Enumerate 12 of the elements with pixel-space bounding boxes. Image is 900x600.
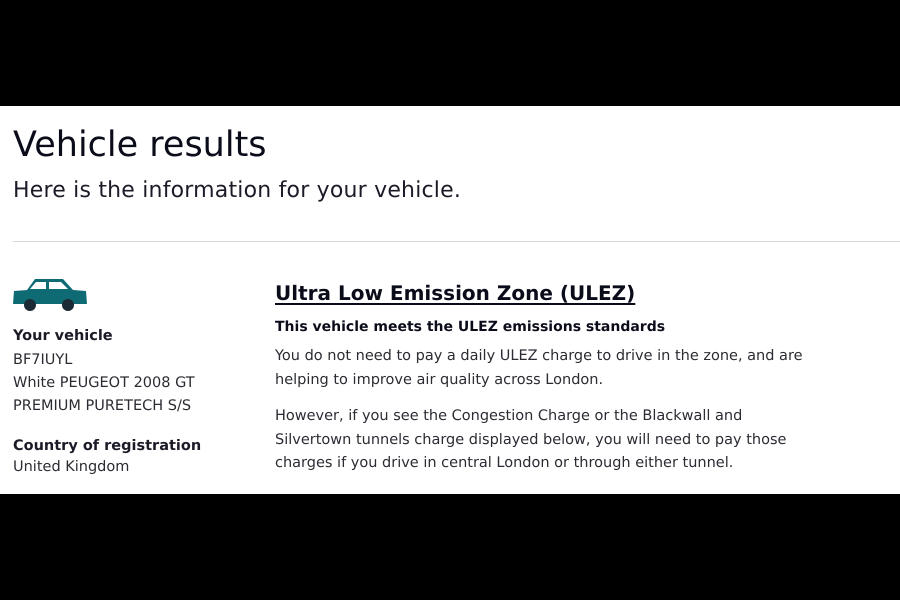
info-paragraph: However, if you see the Congestion Charge or the Blackwall and Silvertown tunnels charge displayed below, you will need to pay those charges if you drive in central London or through either tunnel.	[275, 407, 788, 473]
info-paragraph: You do not need to pay a daily ULEZ charge to drive in the zone, and are helping to improve air quality across London.	[275, 347, 804, 390]
ulez-heading-link[interactable]: Ultra Low Emission Zone (ULEZ)	[275, 279, 636, 307]
country-heading: Country of registration	[13, 437, 202, 456]
intro-text: Here is the information for your vehicle.	[13, 177, 462, 205]
country-value: United Kingdom	[13, 458, 130, 477]
registration-number: BF7IUYL	[13, 351, 74, 370]
page-title: Vehicle results	[13, 124, 268, 167]
ulez-status: This vehicle meets the ULEZ emissions standards	[275, 318, 666, 337]
vehicle-description: White PEUGEOT 2008 GT PREMIUM PURETECH S/S	[13, 374, 196, 416]
vehicle-heading: Your vehicle	[13, 327, 114, 346]
car-icon	[13, 278, 87, 312]
